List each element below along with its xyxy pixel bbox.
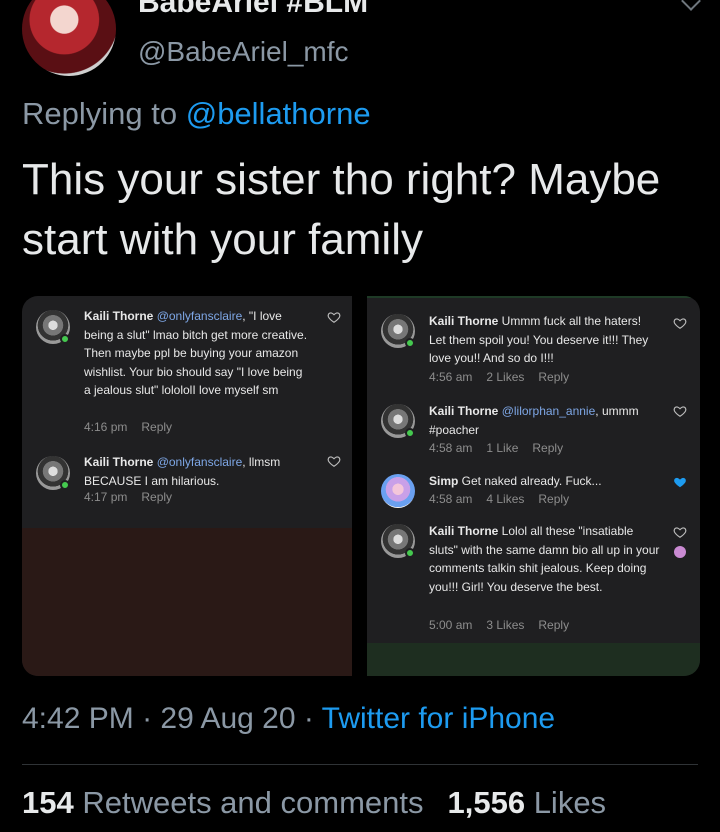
replying-to: Replying to @bellathorne <box>22 96 371 132</box>
tweet-media[interactable]: Kaili Thorne @onlyfansclaire, "I love be… <box>22 296 700 676</box>
comment-mention: @lilorphan_annie <box>501 404 596 418</box>
media-image-right: Kaili Thorne Ummm fuck all the haters! L… <box>367 296 700 676</box>
comment-text: Kaili Thorne Lolol all these "insatiable… <box>429 522 661 596</box>
online-indicator <box>405 548 415 558</box>
media-bottom-area <box>367 643 700 676</box>
comment-meta: 4:56 am 2 Likes Reply <box>429 370 583 384</box>
comment-likes: 2 Likes <box>486 370 525 384</box>
retweets-stat[interactable]: 154 Retweets and comments <box>22 785 424 820</box>
comment-time: 5:00 am <box>429 618 473 632</box>
commenter-avatar <box>381 474 415 508</box>
comment-reply: Reply <box>141 420 173 434</box>
comment-reply: Reply <box>532 441 564 455</box>
comment-meta: 5:00 am 3 Likes Reply <box>429 618 583 632</box>
comment-text: Kaili Thorne @onlyfansclaire, "I love be… <box>84 307 312 400</box>
likes-count: 1,556 <box>447 785 526 820</box>
online-indicator <box>405 428 415 438</box>
retweets-count: 154 <box>22 785 74 820</box>
media-image-left: Kaili Thorne @onlyfansclaire, "I love be… <box>22 296 352 676</box>
online-indicator <box>60 480 70 490</box>
comment-meta: 4:58 am 1 Like Reply <box>429 441 577 455</box>
comment-likes: 4 Likes <box>486 492 525 506</box>
separator-dot: · <box>295 702 322 735</box>
comment-time: 4:16 pm <box>84 420 128 434</box>
heart-icon <box>673 404 687 418</box>
comment-meta: 4:17 pm Reply <box>84 490 186 504</box>
comment-mention: @onlyfansclaire <box>156 309 243 323</box>
comment-time: 4:58 am <box>429 441 473 455</box>
heart-icon <box>673 316 687 330</box>
reply-mention-link[interactable]: @bellathorne <box>186 96 371 131</box>
author-display-name[interactable]: BabeAriel #BLM <box>138 0 368 20</box>
author-handle[interactable]: @BabeAriel_mfc <box>138 36 349 68</box>
tweet-stats: 154 Retweets and comments 1,556 Likes <box>22 785 606 821</box>
online-indicator <box>405 338 415 348</box>
commenter-name: Kaili Thorne <box>429 314 499 328</box>
comment-likes: 1 Like <box>486 441 519 455</box>
online-indicator <box>60 334 70 344</box>
comment-reply: Reply <box>538 618 570 632</box>
commenter-name: Simp <box>429 474 459 488</box>
likes-stat[interactable]: 1,556 Likes <box>448 785 607 820</box>
comment-time: 4:58 am <box>429 492 473 506</box>
commenter-name: Kaili Thorne <box>84 455 154 469</box>
comment-meta: 4:58 am 4 Likes Reply <box>429 492 583 506</box>
retweets-label: Retweets and comments <box>73 785 424 820</box>
divider <box>22 764 698 765</box>
comment-text: Kaili Thorne @onlyfansclaire, llmsm BECA… <box>84 453 312 490</box>
tweet-source-link[interactable]: Twitter for iPhone <box>322 702 555 735</box>
tweet-date[interactable]: 29 Aug 20 <box>160 702 295 735</box>
commenter-name: Kaili Thorne <box>429 524 499 538</box>
heart-icon <box>327 310 341 324</box>
tweet-time[interactable]: 4:42 PM <box>22 702 134 735</box>
replying-to-label: Replying to <box>22 96 186 131</box>
comment-time: 4:17 pm <box>84 490 128 504</box>
separator-dot: · <box>133 702 161 735</box>
comment-mention: @onlyfansclaire <box>156 455 243 469</box>
comment-reply: Reply <box>538 370 570 384</box>
liked-heart-icon <box>673 475 687 489</box>
comment-likes: 3 Likes <box>486 618 525 632</box>
chevron-down-icon[interactable] <box>681 0 701 11</box>
comment-time: 4:56 am <box>429 370 473 384</box>
comment-reply: Reply <box>141 490 173 504</box>
comment-body: Get naked already. Fuck... <box>458 474 602 488</box>
commenter-name: Kaili Thorne <box>84 309 154 323</box>
comment-text: Simp Get naked already. Fuck... <box>429 472 661 491</box>
heart-icon <box>673 525 687 539</box>
tweet-text: This your sister tho right? Maybe start … <box>22 155 661 264</box>
comment-text: Kaili Thorne Ummm fuck all the haters! L… <box>429 312 661 368</box>
media-bottom-area <box>22 528 352 676</box>
comment-meta: 4:16 pm Reply <box>84 420 186 434</box>
commenter-name: Kaili Thorne <box>429 404 499 418</box>
tweet-timestamp: 4:42 PM · 29 Aug 20 · Twitter for iPhone <box>22 702 555 736</box>
comment-text: Kaili Thorne @lilorphan_annie, ummm #poa… <box>429 402 661 439</box>
author-avatar[interactable] <box>22 0 116 76</box>
comment-reply: Reply <box>538 492 570 506</box>
likes-label: Likes <box>525 785 607 820</box>
creator-liked-avatar <box>674 546 686 558</box>
heart-icon <box>327 454 341 468</box>
